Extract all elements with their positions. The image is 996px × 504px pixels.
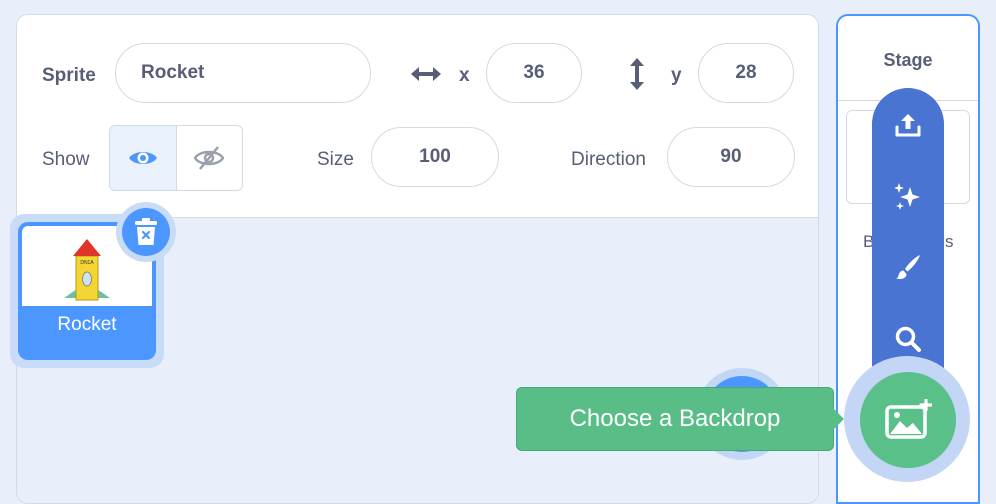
y-input[interactable]: 28 <box>698 43 794 103</box>
choose-backdrop-icon <box>885 399 932 439</box>
upload-backdrop-button[interactable] <box>872 100 944 150</box>
surprise-backdrop-button[interactable] <box>872 172 944 222</box>
sprite-tile-name: Rocket <box>57 314 117 335</box>
size-label: Size <box>317 149 354 170</box>
paint-backdrop-button[interactable] <box>872 242 944 292</box>
size-value: 100 <box>419 146 451 167</box>
show-hidden-button[interactable] <box>177 126 243 190</box>
eye-icon <box>128 152 157 164</box>
y-value: 28 <box>735 62 757 83</box>
x-position-icon <box>409 61 443 87</box>
delete-sprite-button[interactable] <box>122 208 170 256</box>
sprite-properties: Sprite Rocket x 36 y 28 Show Size 100 Di… <box>17 15 818 218</box>
direction-value: 90 <box>720 146 742 167</box>
surprise-icon <box>894 183 920 210</box>
backdrops-label-end: s <box>945 232 954 251</box>
sprite-label: Sprite <box>42 65 96 86</box>
direction-label: Direction <box>571 149 646 170</box>
sprite-name-input[interactable]: Rocket <box>115 43 371 103</box>
sprite-name-value: Rocket <box>141 62 205 83</box>
paint-icon <box>896 255 920 280</box>
size-input[interactable]: 100 <box>371 127 499 187</box>
eye-slash-icon <box>194 146 225 170</box>
choose-backdrop-tooltip: Choose a Backdrop <box>516 387 834 451</box>
y-label: y <box>671 65 682 86</box>
choose-backdrop-button[interactable] <box>860 372 956 468</box>
show-visible-button[interactable] <box>110 126 177 190</box>
stage-title: Stage <box>883 50 933 70</box>
show-label: Show <box>42 149 90 170</box>
x-label: x <box>459 65 470 86</box>
search-icon <box>895 326 921 352</box>
direction-input[interactable]: 90 <box>667 127 795 187</box>
tooltip-text: Choose a Backdrop <box>569 405 781 432</box>
y-position-icon <box>627 55 647 93</box>
rocket-thumbnail-text: DN1A <box>80 260 94 266</box>
x-value: 36 <box>523 62 545 83</box>
show-toggle-group <box>109 125 243 191</box>
x-input[interactable]: 36 <box>486 43 582 103</box>
trash-icon <box>135 218 157 245</box>
upload-icon <box>895 114 921 137</box>
tooltip-arrow <box>833 408 844 430</box>
